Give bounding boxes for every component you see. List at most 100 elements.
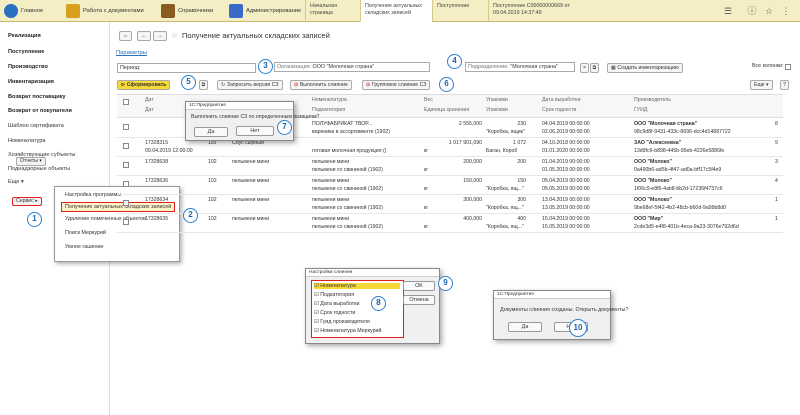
subdivision-field[interactable]: Подразделение: "Молочная страна" xyxy=(465,62,575,72)
row-checkbox[interactable] xyxy=(123,181,129,187)
step-marker: 10 xyxy=(569,319,587,337)
sidebar-item-production[interactable]: Производство xyxy=(8,64,48,70)
help-button[interactable]: ? xyxy=(780,80,789,90)
col-subcategory: Подкатегория xyxy=(312,107,346,113)
cell-group: 102 xyxy=(208,178,217,184)
cell-subcategory: готовая молочная продукция () xyxy=(312,148,387,154)
cell-nomenclature: пельмени мини xyxy=(312,178,350,184)
cell-id: 17328635 xyxy=(145,216,169,222)
cell-subcategory: пельмени со свининой (1902) xyxy=(312,167,383,173)
sidebar-item-certificate[interactable]: Шаблон сертификата xyxy=(8,123,64,129)
tab-receipt-doc[interactable]: Поступление С00000000669 от 09.04.2019 1… xyxy=(488,0,580,22)
cell-packs: 200 xyxy=(517,159,526,165)
sidebar-item-nomenclature[interactable]: Номенклатура xyxy=(8,138,46,144)
cell-producer: ООО "Молоко" xyxy=(634,159,672,165)
merge-button[interactable]: ⊞ Выполнить слияние xyxy=(290,80,352,90)
page-title: Получение актуальных складских записей xyxy=(182,31,330,40)
cell-pack-type: "Коробка, ящ..." xyxy=(486,224,524,230)
group-merge-button[interactable]: ⊞ Групповое слияние СЗ xyxy=(362,80,431,90)
tab-home[interactable]: Начальная страница xyxy=(305,0,360,22)
no-button[interactable]: Нет xyxy=(236,126,274,136)
clear-icon[interactable]: × xyxy=(580,63,589,73)
cell-packs: 300 xyxy=(517,197,526,203)
section-main[interactable]: Главное xyxy=(4,3,43,19)
cell-producer: ООО "Молоко" xyxy=(634,178,672,184)
menu-item-search-mercury[interactable]: Поиск Меркурий xyxy=(65,230,106,236)
folders-icon xyxy=(66,4,80,18)
menu-item-smart-redemption[interactable]: Умное гашение xyxy=(65,244,104,250)
merge-field-label: Номенклатура Меркурий xyxy=(320,328,382,334)
sidebar-item-sales[interactable]: Реализация xyxy=(8,33,41,39)
step-marker: 2 xyxy=(183,208,198,223)
cell-unit: кг xyxy=(424,186,429,192)
menu-item-settings[interactable]: Настройка программы xyxy=(65,192,121,198)
yes-button[interactable]: Да xyxy=(508,322,542,332)
more-icon[interactable]: ⋮ xyxy=(781,6,791,16)
cell-shelf-life: 13.05.2019 00:00:00 xyxy=(542,205,590,211)
merge-field-item[interactable]: ☑ Дата выработки xyxy=(314,301,360,307)
period-field[interactable]: Период: xyxy=(117,63,256,73)
more-button[interactable]: Еще ▾ xyxy=(750,80,773,90)
organization-field[interactable]: Организация: ООО "Молочная страна" xyxy=(274,62,430,72)
home-button[interactable]: ⌂ xyxy=(119,31,132,41)
merge-field-item[interactable]: ☑ Гуид производителя xyxy=(314,319,370,325)
merge-field-item[interactable]: ☑ Подкатегория xyxy=(314,292,354,298)
reports-button-2[interactable]: Отчеты ▾ xyxy=(16,157,46,166)
sidebar-item-objects[interactable]: Поднадзорные объекты xyxy=(8,166,70,172)
sidebar-item-receipt[interactable]: Поступление xyxy=(8,49,44,55)
merge-field-item[interactable]: ☑ Номенклатура Меркурий xyxy=(314,328,381,334)
back-button[interactable]: ← xyxy=(137,31,151,41)
form-button[interactable]: ⊳ Сформировать xyxy=(117,80,171,90)
sidebar-item-more[interactable]: Еще ▾ xyxy=(8,179,24,185)
col-dat: Дат xyxy=(145,97,154,103)
open-icon[interactable]: ⧉ xyxy=(590,63,599,73)
cell-producer: ЗАО "Алексеевка" xyxy=(634,140,682,146)
sidebar-item-return-supplier[interactable]: Возврат поставщику xyxy=(8,94,66,100)
top-bar: Главное Работа с документами Справочники… xyxy=(0,0,800,22)
cell-production-date: 04.10.2018 00:00:00 xyxy=(542,140,590,146)
section-references[interactable]: Справочники xyxy=(161,3,213,19)
sidebar-item-inventory[interactable]: Инвентаризация xyxy=(8,79,54,85)
cell-nomenclature: пельмени мини xyxy=(312,216,350,222)
service-button[interactable]: Сервис ▸ xyxy=(12,197,42,206)
yes-button[interactable]: Да xyxy=(194,127,228,137)
info-icon[interactable]: ⓘ xyxy=(747,6,757,16)
books-icon xyxy=(161,4,175,18)
row-checkbox[interactable] xyxy=(123,200,129,206)
menu-item-get-stock[interactable]: Получение актуальных складских записей xyxy=(61,202,176,212)
ok-button[interactable]: OK xyxy=(403,281,435,291)
cell-id: 17328634 xyxy=(145,197,169,203)
merge-field-item[interactable]: ☑ Номенклатура xyxy=(314,283,400,289)
tab-stock-records[interactable]: Получение актуальных складских записей xyxy=(360,0,432,22)
section-documents[interactable]: Работа с документами xyxy=(66,3,144,19)
row-checkbox[interactable] xyxy=(123,162,129,168)
row-checkbox[interactable] xyxy=(123,219,129,225)
cell-shelf-life: 01.01.2020 00:00:00 xyxy=(542,148,590,154)
merge-field-label: Номенклатура xyxy=(320,283,356,289)
step-marker: 1 xyxy=(27,212,42,227)
section-admin[interactable]: Администрирование xyxy=(229,3,301,19)
star-icon[interactable]: ☆ xyxy=(764,6,774,16)
sidebar-item-return-customer[interactable]: Возврат от покупателя xyxy=(8,108,72,114)
all-columns-checkbox[interactable] xyxy=(785,64,791,70)
cell-name: пельмени мини xyxy=(232,197,270,203)
cancel-button[interactable]: Отмена xyxy=(403,295,435,305)
step-marker: 9 xyxy=(438,276,453,291)
favorite-star-icon[interactable]: ☆ xyxy=(171,31,178,40)
col-weight: Вес xyxy=(424,97,433,103)
request-versions-button[interactable]: ↻ Запросить версии СЗ xyxy=(217,80,283,90)
tab-receipt[interactable]: Поступление xyxy=(432,0,488,22)
merge-field-item[interactable]: ☑ Срок годности xyxy=(314,310,355,316)
menu-item-delete-marked[interactable]: Удаление помеченных объектов xyxy=(65,216,146,222)
copy-icon[interactable]: ⧉ xyxy=(199,80,208,90)
create-inventory-button[interactable]: ▦ Создать инвентаризацию xyxy=(607,63,683,73)
select-all-checkbox[interactable] xyxy=(123,99,129,105)
cell-nomenclature: ПОЛУФАБРИКАТ ТВОР... xyxy=(312,121,373,127)
row-checkbox[interactable] xyxy=(123,124,129,130)
menu-icon[interactable]: ☰ xyxy=(723,6,733,16)
parameters-link[interactable]: Параметры xyxy=(116,50,147,56)
forward-button[interactable]: → xyxy=(153,31,167,41)
cell-production-date: 13.04.2019 00:00:00 xyxy=(542,197,590,203)
col-packs2: Упаковки xyxy=(486,107,508,113)
row-checkbox[interactable] xyxy=(123,143,129,149)
